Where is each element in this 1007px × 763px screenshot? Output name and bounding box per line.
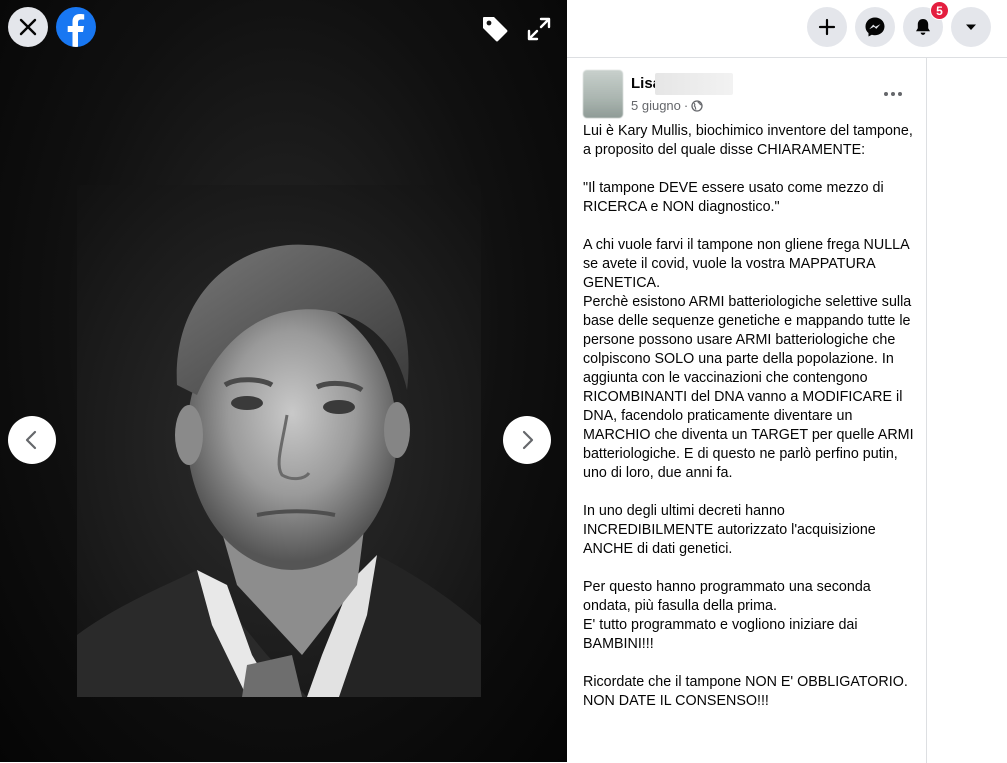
redacted-name (655, 73, 733, 95)
fullscreen-button[interactable] (521, 11, 557, 47)
post-options-button[interactable] (877, 78, 909, 110)
post-meta: 5 giugno · (631, 98, 703, 113)
plus-icon (818, 18, 836, 36)
portrait-photo (77, 185, 481, 697)
right-side-strip (926, 57, 1007, 763)
post-paragraph: Per questo hanno programmato una seconda… (583, 579, 871, 614)
post-paragraph: Perchè esistono ARMI batteriologiche sel… (583, 294, 914, 481)
previous-photo-button[interactable] (8, 416, 56, 464)
post-text: Lui è Kary Mullis, biochimico inventore … (583, 122, 918, 711)
more-horizontal-icon (884, 92, 902, 96)
messenger-button[interactable] (855, 7, 895, 47)
post-paragraph: Lui è Kary Mullis, biochimico inventore … (583, 123, 913, 158)
tag-button[interactable] (477, 11, 513, 47)
post-panel: Lisa 5 giugno · Lui è Kary Mullis, bioch… (567, 57, 926, 763)
close-button[interactable] (8, 7, 48, 47)
facebook-logo-icon[interactable] (56, 7, 96, 47)
account-menu-button[interactable] (951, 7, 991, 47)
globe-icon[interactable] (691, 99, 703, 112)
post-paragraph: In uno degli ultimi decreti hanno INCRED… (583, 503, 876, 557)
create-button[interactable] (807, 7, 847, 47)
chevron-left-icon (25, 430, 37, 450)
close-icon (19, 18, 37, 36)
avatar[interactable] (583, 70, 623, 118)
post-date[interactable]: 5 giugno (631, 98, 681, 113)
post-paragraph: "Il tampone DEVE essere usato come mezzo… (583, 180, 884, 215)
notifications-button[interactable]: 5 (903, 1, 949, 47)
caret-down-icon (966, 24, 976, 30)
top-navigation-bar: 5 (567, 0, 1007, 57)
messenger-icon (865, 17, 885, 37)
post-paragraph: Ricordate che il tampone NON E' OBBLIGAT… (583, 674, 908, 690)
meta-separator: · (683, 98, 689, 113)
chevron-right-icon (522, 430, 534, 450)
tag-icon (483, 17, 508, 42)
post-paragraph: A chi vuole farvi il tampone non gliene … (583, 237, 909, 291)
bell-icon (916, 19, 930, 35)
post-paragraph: E' tutto programmato e vogliono iniziare… (583, 617, 858, 652)
post-paragraph: NON DATE IL CONSENSO!!! (583, 693, 769, 709)
next-photo-button[interactable] (503, 416, 551, 464)
photo-viewer (0, 0, 567, 762)
expand-icon (527, 17, 551, 41)
portrait-image (77, 244, 481, 697)
notification-count-badge: 5 (930, 1, 949, 20)
